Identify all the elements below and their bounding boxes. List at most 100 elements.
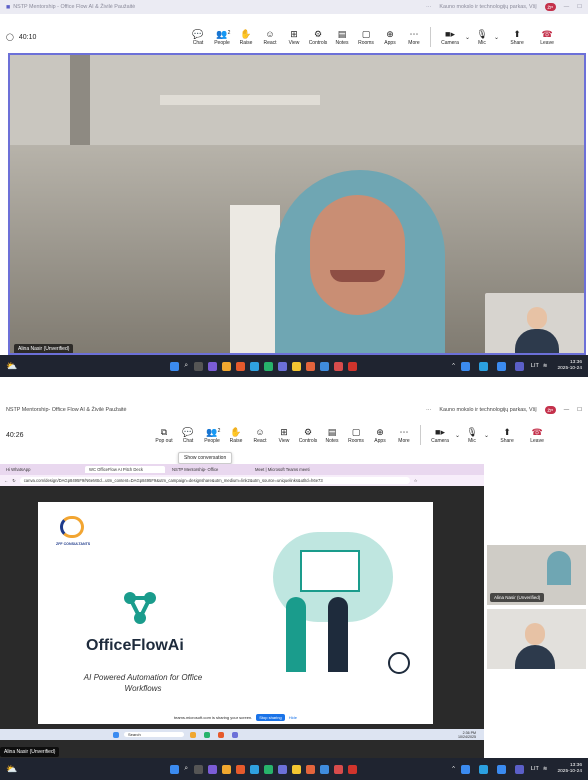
app-icon-3[interactable] [305, 361, 315, 371]
notes-button[interactable]: ▤ Notes [330, 22, 354, 52]
mic-chevron-icon[interactable]: ⌄ [484, 432, 489, 439]
search-icon[interactable]: ⌕ [184, 765, 188, 773]
browser-tab[interactable]: WC OfficeFlow AI Pitch Deck [85, 466, 165, 473]
notes-button[interactable]: ▤ Notes [320, 420, 344, 450]
apps-button[interactable]: ⊕ Apps [378, 22, 402, 52]
teams-active-icon[interactable] [277, 764, 287, 774]
browser-tab[interactable]: Hi WhatsApp [2, 466, 82, 473]
controls-button[interactable]: ⚙ Controls [296, 420, 320, 450]
controls-button[interactable]: ⚙ Controls [306, 22, 330, 52]
maximize-button[interactable]: ☐ [577, 4, 582, 10]
camera-button[interactable]: ■▸ Camera [425, 420, 455, 450]
react-button[interactable]: ☺ React [258, 22, 282, 52]
app-icon-1[interactable] [235, 361, 245, 371]
more-button[interactable]: ⋯ More [402, 22, 426, 52]
inner-clock[interactable]: 2:36 PM 10/24/2025 [458, 731, 476, 739]
tray-icon-2[interactable] [479, 764, 489, 774]
back-icon[interactable]: ← [4, 478, 8, 483]
browser-tab[interactable]: NSTP Mentorship- Office [168, 466, 248, 473]
teams-active-icon[interactable] [277, 361, 287, 371]
bookmark-star-icon[interactable]: ☆ [414, 478, 418, 483]
explorer-icon[interactable] [291, 764, 301, 774]
minimize-button[interactable]: — [564, 4, 569, 10]
share-button[interactable]: ⬆ Share [495, 420, 519, 450]
chrome-icon[interactable] [221, 764, 231, 774]
participant-tile-1[interactable]: Alina Nasir (Unverified) [487, 545, 586, 605]
more-button[interactable]: ⋯ More [392, 420, 416, 450]
language-indicator[interactable]: LIT [531, 766, 539, 772]
apps-button[interactable]: ⊕ Apps [368, 420, 392, 450]
browser-tab[interactable]: Meet | Microsoft Teams meeti [251, 466, 331, 473]
app-icon-4[interactable] [319, 361, 329, 371]
camera-button[interactable]: ■▸ Camera [435, 22, 465, 52]
rooms-button[interactable]: ▢ Rooms [354, 22, 378, 52]
start-icon[interactable] [169, 764, 179, 774]
tray-icon-4[interactable] [515, 764, 525, 774]
chevron-up-icon[interactable]: ^ [452, 766, 455, 772]
mic-button[interactable]: 🎙 Mic [470, 22, 494, 52]
chat-button[interactable]: 💬 Chat [186, 22, 210, 52]
raise-button[interactable]: ✋ Raise [234, 22, 258, 52]
view-button[interactable]: ⊞ View [282, 22, 306, 52]
chat-button[interactable]: 💬 Chat [176, 420, 200, 450]
task-view-icon[interactable] [193, 764, 203, 774]
leave-button[interactable]: ☎ Leave [525, 420, 549, 450]
app-icon-6[interactable] [347, 361, 357, 371]
edge-icon[interactable] [249, 764, 259, 774]
hide-button[interactable]: Hide [289, 715, 297, 720]
tray-icon-3[interactable] [497, 361, 507, 371]
language-indicator[interactable]: LIT [531, 363, 539, 369]
inner-app-icon-3[interactable] [217, 731, 224, 738]
app-icon-4[interactable] [319, 764, 329, 774]
leave-button[interactable]: ☎ Leave [535, 22, 559, 52]
app-icon-2[interactable] [263, 764, 273, 774]
wifi-icon[interactable]: ≋ [543, 363, 548, 369]
pop-out-button[interactable]: ⧉ Pop out [152, 420, 176, 450]
stop-sharing-button[interactable]: Stop sharing [256, 714, 285, 721]
inner-app-icon-2[interactable] [203, 731, 210, 738]
view-button[interactable]: ⊞ View [272, 420, 296, 450]
app-icon-6[interactable] [347, 764, 357, 774]
raise-button[interactable]: ✋ Raise [224, 420, 248, 450]
app-icon-1[interactable] [235, 764, 245, 774]
wifi-icon[interactable]: ≋ [543, 766, 548, 772]
reload-icon[interactable]: ↻ [12, 478, 16, 483]
tray-icon-2[interactable] [479, 361, 489, 371]
clock[interactable]: 13:36 2025-10-24 [557, 360, 582, 372]
task-view-icon[interactable] [193, 361, 203, 371]
edge-icon[interactable] [249, 361, 259, 371]
self-view-tile[interactable] [487, 609, 586, 669]
app-icon-5[interactable] [333, 764, 343, 774]
start-icon[interactable] [169, 361, 179, 371]
mic-chevron-icon[interactable]: ⌄ [494, 34, 499, 41]
people-button[interactable]: 👥 2 People [200, 420, 224, 450]
tray-icon-1[interactable] [461, 764, 471, 774]
self-view-tile[interactable] [485, 293, 584, 353]
tray-icon-1[interactable] [461, 361, 471, 371]
share-button[interactable]: ⬆ Share [505, 22, 529, 52]
chrome-icon[interactable] [221, 361, 231, 371]
app-icon-2[interactable] [263, 361, 273, 371]
tray-icon-4[interactable] [515, 361, 525, 371]
url-field[interactable]: canva.com/design/DAGp8495F9/N6eMSd...utm… [19, 477, 410, 484]
user-avatar[interactable]: ŽP [544, 3, 556, 11]
explorer-icon[interactable] [291, 361, 301, 371]
search-dots[interactable]: ··· [426, 4, 431, 10]
app-icon-3[interactable] [305, 764, 315, 774]
weather-icon[interactable]: ⛅ [6, 361, 17, 372]
user-avatar[interactable]: ŽP [544, 406, 556, 414]
chevron-up-icon[interactable]: ^ [452, 363, 455, 369]
weather-icon[interactable]: ⛅ [6, 764, 17, 775]
inner-app-icon-4[interactable] [231, 731, 238, 738]
maximize-button[interactable]: ☐ [577, 407, 582, 413]
inner-start-icon[interactable] [112, 731, 119, 738]
app-icon-5[interactable] [333, 361, 343, 371]
inner-search-field[interactable]: Search [124, 732, 184, 737]
clock[interactable]: 13:36 2025-10-24 [557, 763, 582, 775]
people-button[interactable]: 👥 2 People [210, 22, 234, 52]
react-button[interactable]: ☺ React [248, 420, 272, 450]
inner-app-icon-1[interactable] [189, 731, 196, 738]
rooms-button[interactable]: ▢ Rooms [344, 420, 368, 450]
tray-icon-3[interactable] [497, 764, 507, 774]
search-dots[interactable]: ··· [426, 407, 431, 413]
